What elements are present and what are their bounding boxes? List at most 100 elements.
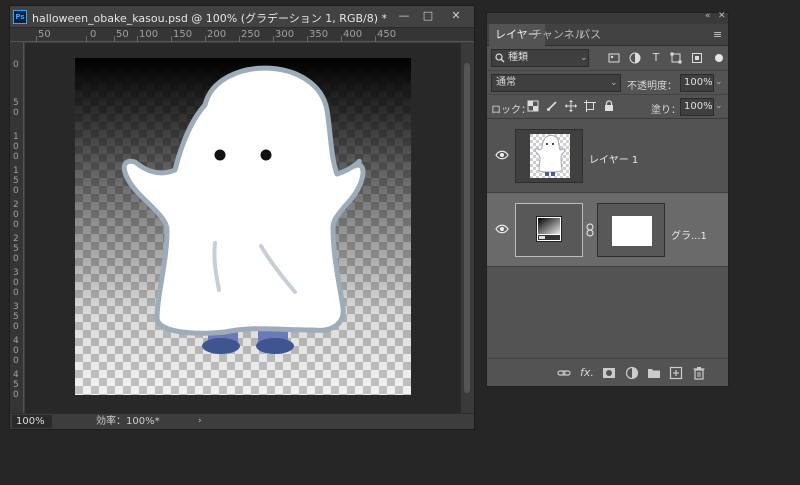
lock-row: ロック： 塗り： 100% ⌄ [487, 94, 728, 118]
trash-icon[interactable] [692, 366, 706, 380]
ruler-h-label: 250 [241, 29, 261, 40]
ruler-tick [239, 36, 240, 42]
ruler-h-label: 350 [309, 29, 329, 40]
link-icon[interactable] [557, 366, 571, 380]
close-button[interactable]: ✕ [446, 8, 466, 24]
maximize-button[interactable]: □ [418, 8, 438, 24]
vertical-ruler[interactable]: 0 5 0 1 0 0 1 5 0 2 0 0 2 5 0 3 0 0 3 5 … [10, 42, 24, 414]
chevron-down-icon[interactable]: ⌄ [715, 77, 723, 87]
panel-menu-icon[interactable]: ≡ [713, 29, 722, 40]
chevron-down-icon: ⌄ [580, 53, 588, 63]
status-bar: 100% 効率：100%* › [10, 413, 474, 429]
lock-image-pixels-icon[interactable] [546, 100, 558, 112]
fx-icon[interactable]: fx. [580, 366, 594, 380]
ruler-v-label: 1 0 0 [13, 132, 19, 162]
close-panel-icon[interactable]: ✕ [718, 11, 726, 21]
folder-icon[interactable] [647, 366, 661, 380]
shape-filter-icon[interactable] [670, 52, 682, 64]
ruler-tick [375, 36, 376, 42]
ruler-tick [36, 36, 37, 42]
ruler-tick [171, 36, 172, 42]
blend-mode-value: 通常 [496, 77, 516, 88]
status-menu-arrow-icon[interactable]: › [198, 415, 202, 428]
type-filter-icon[interactable]: T [650, 52, 662, 64]
horizontal-ruler[interactable]: 50 0 50 100 150 200 250 300 350 400 450 [10, 28, 474, 42]
layer-row[interactable]: レイヤー 1 [487, 119, 728, 193]
layer-name[interactable]: グラ...1 [671, 227, 707, 242]
opacity-field[interactable]: 100% [680, 74, 714, 92]
photoshop-app-icon: Ps [13, 10, 27, 24]
panel-footer: fx. [487, 358, 728, 386]
filter-kind-value: 種類 [508, 52, 528, 63]
adjustment-icon[interactable] [625, 366, 639, 380]
document-window: Ps halloween_obake_kasou.psd @ 100% (グラデ… [9, 5, 475, 430]
layer-name[interactable]: レイヤー 1 [589, 151, 638, 166]
fill-label: 塗り： [651, 105, 681, 116]
ruler-h-label: 150 [173, 29, 193, 40]
filter-kind-select[interactable]: 種類 ⌄ [491, 49, 589, 67]
canvas-document[interactable] [75, 58, 411, 395]
canvas-area[interactable] [25, 43, 460, 414]
collapse-panel-icon[interactable]: « [705, 11, 711, 21]
adjustment-filter-icon[interactable] [629, 52, 641, 64]
blend-row: 通常 ⌄ 不透明度： 100% ⌄ [487, 70, 728, 94]
panel-header[interactable]: « ✕ [487, 11, 728, 24]
filter-toggle[interactable] [715, 54, 723, 62]
smart-object-filter-icon[interactable] [691, 52, 703, 64]
ruler-tick [114, 36, 115, 42]
zoom-level-field[interactable]: 100% [12, 415, 52, 428]
ghost-eye-right [260, 149, 272, 161]
ruler-tick [137, 36, 138, 42]
layer-thumbnail[interactable] [515, 129, 583, 183]
lock-position-icon[interactable] [565, 100, 577, 112]
document-titlebar[interactable]: Ps halloween_obake_kasou.psd @ 100% (グラデ… [10, 6, 474, 28]
ruler-v-label: 0 [13, 60, 19, 70]
ghost-shoe-right [256, 338, 294, 354]
ruler-tick [86, 36, 87, 42]
layer-mask-thumbnail[interactable] [597, 203, 665, 257]
new-layer-icon[interactable] [669, 366, 683, 380]
ruler-v-label: 2 0 0 [13, 200, 19, 230]
lock-artboard-icon[interactable] [584, 100, 596, 112]
scrollbar-thumb[interactable] [464, 63, 470, 393]
visibility-eye-icon[interactable] [495, 149, 509, 161]
chevron-down-icon[interactable]: ⌄ [715, 101, 723, 111]
ghost-illustration [121, 65, 366, 354]
document-title: halloween_obake_kasou.psd @ 100% (グラデーショ… [32, 12, 388, 25]
minimize-button[interactable]: — [394, 8, 414, 24]
panel-tabbar: レイヤー チャンネル パス ≡ [487, 24, 728, 46]
image-filter-icon[interactable] [608, 52, 620, 64]
ghost-body [121, 65, 366, 336]
ruler-h-label: 200 [207, 29, 227, 40]
blend-mode-select[interactable]: 通常 ⌄ [491, 74, 621, 92]
ruler-tick [341, 36, 342, 42]
visibility-eye-icon[interactable] [495, 223, 509, 235]
ruler-h-label: 450 [377, 29, 397, 40]
layer-filter-row: 種類 ⌄ T [487, 46, 728, 70]
ruler-h-label: 0 [90, 29, 97, 40]
lock-transparent-pixels-icon[interactable] [527, 100, 539, 112]
ruler-v-label: 4 5 0 [13, 370, 19, 400]
ruler-h-label: 300 [275, 29, 295, 40]
mask-white-fill [612, 216, 652, 246]
ruler-tick [273, 36, 274, 42]
ruler-v-label: 3 5 0 [13, 302, 19, 332]
ruler-v-label: 3 0 0 [13, 268, 19, 298]
mask-icon[interactable] [602, 366, 616, 380]
tab-paths[interactable]: パス [573, 24, 607, 46]
vertical-scrollbar[interactable] [460, 43, 473, 414]
ruler-v-label: 4 0 0 [13, 336, 19, 366]
ruler-h-label: 50 [116, 29, 129, 40]
ghost-thumbnail-icon [530, 134, 570, 178]
ruler-tick [205, 36, 206, 42]
chain-link-icon[interactable] [585, 223, 595, 237]
layers-list: レイヤー 1 グラ...1 [487, 118, 728, 358]
ghost-shoe-left [202, 338, 240, 354]
fill-field[interactable]: 100% [680, 98, 714, 116]
lock-all-icon[interactable] [603, 100, 615, 112]
ruler-v-label: 1 5 0 [13, 166, 19, 196]
layer-row-selected[interactable]: グラ...1 [487, 193, 728, 267]
ghost-eye-left [214, 149, 226, 161]
ruler-h-label: 50 [38, 29, 51, 40]
gradient-fill-thumbnail[interactable] [515, 203, 583, 257]
